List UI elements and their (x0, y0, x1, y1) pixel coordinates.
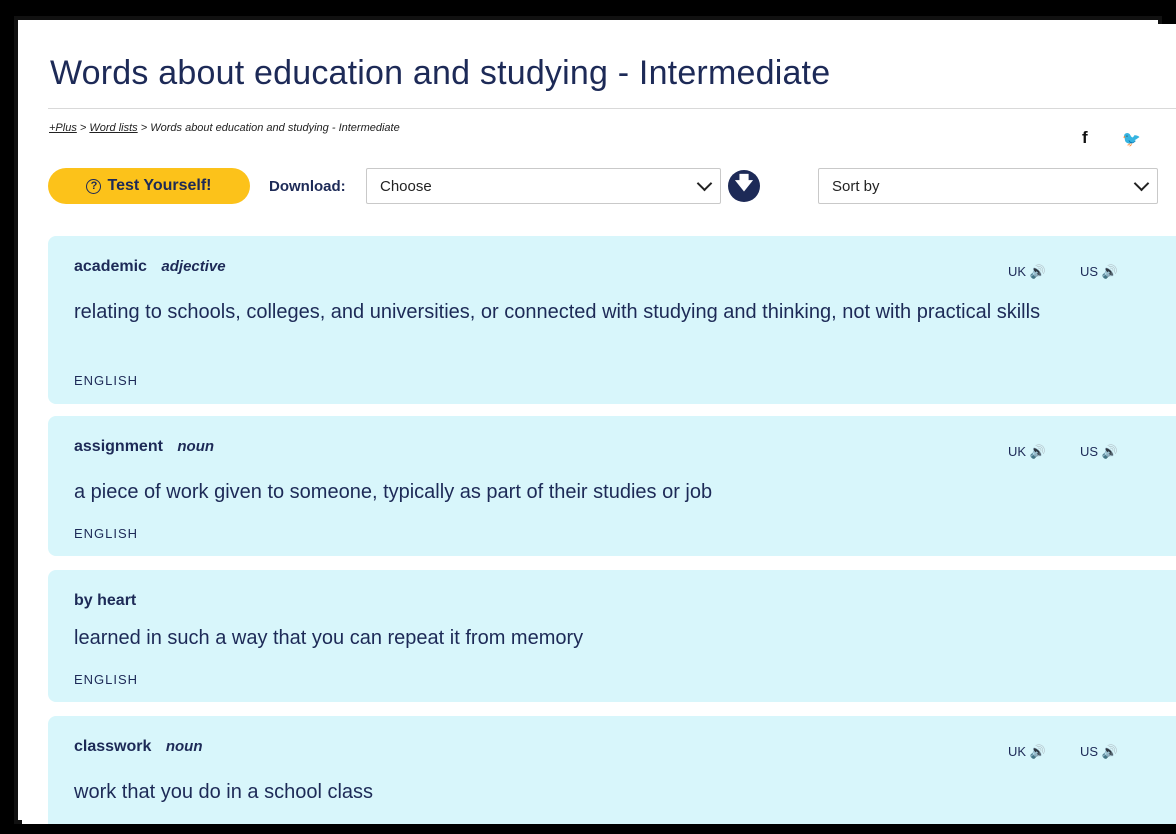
speaker-icon: 🔊 (1029, 744, 1046, 759)
download-icon[interactable]: 🡇 (728, 170, 760, 202)
breadcrumb-word-lists-link[interactable]: Word lists (89, 122, 137, 134)
test-yourself-button[interactable]: ? Test Yourself! (48, 168, 250, 204)
entry-headword: classwork noun (74, 738, 203, 756)
download-format-select[interactable]: Choose (366, 168, 721, 204)
us-pronunciation-button[interactable]: US 🔊 (1080, 264, 1118, 280)
word-entry-card: academic adjective UK 🔊 US 🔊 relating to… (48, 236, 1176, 404)
breadcrumb-separator: > (140, 122, 148, 134)
entry-definition: work that you do in a school class (74, 781, 374, 803)
breadcrumb: +Plus > Word lists > Words about educati… (49, 122, 400, 134)
uk-label: UK (1008, 744, 1027, 759)
word-entry-card: classwork noun UK 🔊 US 🔊 work that you d… (48, 716, 1176, 824)
download-select-value: Choose (380, 177, 432, 195)
uk-pronunciation-button[interactable]: UK 🔊 (1008, 444, 1046, 460)
download-arrow-icon: 🡇 (734, 173, 754, 193)
entry-language: ENGLISH (74, 373, 139, 388)
uk-pronunciation-button[interactable]: UK 🔊 (1008, 744, 1046, 760)
us-label: US (1080, 744, 1099, 759)
uk-pronunciation-button[interactable]: UK 🔊 (1008, 264, 1046, 280)
entry-headword: assignment noun (74, 438, 214, 456)
sort-select-value: Sort by (832, 177, 880, 195)
twitter-icon[interactable]: 🐦 (1122, 130, 1141, 148)
us-label: US (1080, 444, 1099, 459)
entry-word: assignment (74, 438, 163, 455)
speaker-icon: 🔊 (1029, 444, 1046, 459)
entry-part-of-speech: adjective (161, 258, 226, 275)
entry-definition: a piece of work given to someone, typica… (74, 481, 713, 503)
test-yourself-label: Test Yourself! (107, 177, 212, 194)
speaker-icon: 🔊 (1101, 744, 1118, 759)
entry-headword: by heart (74, 592, 136, 610)
us-label: US (1080, 264, 1099, 279)
us-pronunciation-button[interactable]: US 🔊 (1080, 744, 1118, 760)
entry-word: by heart (74, 592, 137, 609)
page-title: Words about education and studying - Int… (50, 54, 831, 92)
breadcrumb-current: Words about education and studying - Int… (150, 122, 400, 134)
chevron-down-icon (1133, 175, 1150, 192)
download-label: Download: (269, 178, 346, 195)
entry-definition: learned in such a way that you can repea… (74, 627, 584, 649)
sort-by-select[interactable]: Sort by (818, 168, 1158, 204)
entry-word: classwork (74, 738, 152, 755)
entry-part-of-speech: noun (177, 438, 215, 455)
word-entry-card: assignment noun UK 🔊 US 🔊 a piece of wor… (48, 416, 1176, 556)
speaker-icon: 🔊 (1101, 444, 1118, 459)
facebook-icon[interactable]: f (1082, 128, 1088, 148)
entry-definition: relating to schools, colleges, and unive… (74, 301, 1041, 323)
entry-word: academic (74, 258, 147, 275)
entry-headword: academic adjective (74, 258, 226, 276)
speaker-icon: 🔊 (1101, 264, 1118, 279)
question-icon: ? (86, 178, 102, 194)
uk-label: UK (1008, 264, 1027, 279)
uk-label: UK (1008, 444, 1027, 459)
entry-part-of-speech: noun (165, 738, 203, 755)
word-entry-card: by heart learned in such a way that you … (48, 570, 1176, 702)
breadcrumb-plus-link[interactable]: +Plus (49, 122, 77, 134)
title-divider (48, 108, 1176, 109)
speaker-icon: 🔊 (1029, 264, 1046, 279)
page-content: Words about education and studying - Int… (22, 24, 1176, 824)
entry-language: ENGLISH (74, 672, 139, 687)
entry-language: ENGLISH (74, 526, 139, 541)
us-pronunciation-button[interactable]: US 🔊 (1080, 444, 1118, 460)
chevron-down-icon (696, 175, 713, 192)
breadcrumb-separator: > (79, 122, 87, 134)
